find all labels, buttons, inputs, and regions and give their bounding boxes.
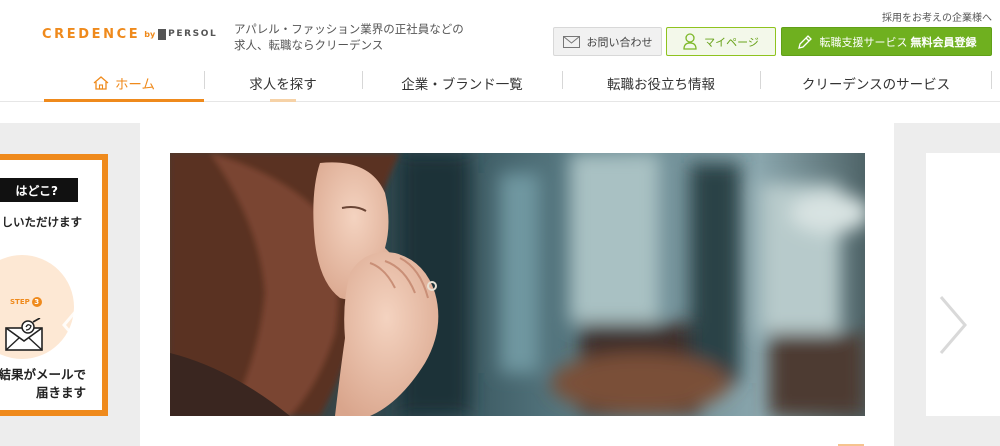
tagline-line-1: アパレル・ファッション業界の正社員などの (234, 22, 464, 36)
nav-item-services-label: クリーデンスのサービス (801, 77, 951, 93)
register-button-strong: 無料会員登録 (910, 35, 977, 49)
user-icon (683, 33, 697, 50)
tagline-line-2: 求人、転職ならクリーデンス (234, 38, 384, 52)
contact-button-label: お問い合わせ (586, 35, 653, 49)
carousel-slide-next[interactable] (926, 153, 1000, 416)
envelope-icon (562, 35, 580, 48)
carousel-slide-previous[interactable]: はどこ? しいただけます STEP 3 結果がメールで 届きます (0, 154, 108, 416)
register-button[interactable]: 転職支援サービス 無料会員登録 (781, 27, 992, 56)
nav-item-home-label: ホーム (114, 77, 156, 93)
nav-item-career-info-label: 転職お役立ち情報 (607, 77, 715, 93)
nav-item-career-info[interactable]: 転職お役立ち情報 (562, 64, 760, 102)
step-label: STEP 3 (10, 297, 42, 307)
step-number: 3 (31, 297, 42, 307)
main-nav: ホーム 求人を探す 企業・ブランド一覧 転職お役立ち情報 クリーデンスのサービス (44, 64, 992, 102)
mypage-button-label: マイページ (704, 35, 759, 49)
register-button-prefix: 転職支援サービス (819, 35, 908, 49)
nav-active-underline (44, 99, 204, 102)
slide-heading: はどこ? (0, 178, 78, 202)
logo-brand-text: CREDENCE (42, 26, 141, 42)
credence-logo[interactable]: CREDENCE by PERSOL (42, 25, 217, 43)
nav-item-search-jobs-label: 求人を探す (249, 77, 317, 93)
chevron-left-icon[interactable] (58, 293, 94, 357)
slide-result-line-2: 届きます (35, 385, 86, 400)
site-tagline: アパレル・ファッション業界の正社員などの 求人、転職ならクリーデンス (234, 21, 464, 53)
nav-item-companies-label: 企業・ブランド一覧 (401, 77, 523, 93)
nav-item-companies[interactable]: 企業・ブランド一覧 (362, 64, 562, 102)
carousel-main-slide-image[interactable] (170, 153, 865, 416)
home-icon (93, 76, 109, 90)
hero-carousel: はどこ? しいただけます STEP 3 結果がメールで 届きます (0, 123, 1000, 446)
mypage-button[interactable]: マイページ (666, 27, 776, 56)
mail-icon (4, 317, 46, 356)
chevron-right-icon[interactable] (935, 293, 971, 357)
logo-by-text: by (144, 29, 156, 39)
logo-partner-text: PERSOL (168, 29, 218, 39)
step-label-text: STEP (10, 298, 30, 306)
slide-result-text: 結果がメールで 届きます (0, 366, 86, 402)
slide-subtext: しいただけます (1, 215, 83, 229)
nav-hover-underline (270, 99, 296, 102)
corporate-link[interactable]: 採用をお考えの企業様へ (882, 9, 992, 24)
persol-mark-icon (158, 28, 167, 40)
contact-button[interactable]: お問い合わせ (553, 27, 662, 56)
site-header: CREDENCE by PERSOL アパレル・ファッション業界の正社員などの … (0, 0, 1000, 102)
nav-item-services[interactable]: クリーデンスのサービス (760, 64, 992, 102)
pencil-icon (797, 34, 813, 50)
nav-item-home[interactable]: ホーム (44, 64, 204, 102)
slide-result-line-1: 結果がメールで (0, 367, 86, 382)
nav-item-search-jobs[interactable]: 求人を探す (204, 64, 362, 102)
